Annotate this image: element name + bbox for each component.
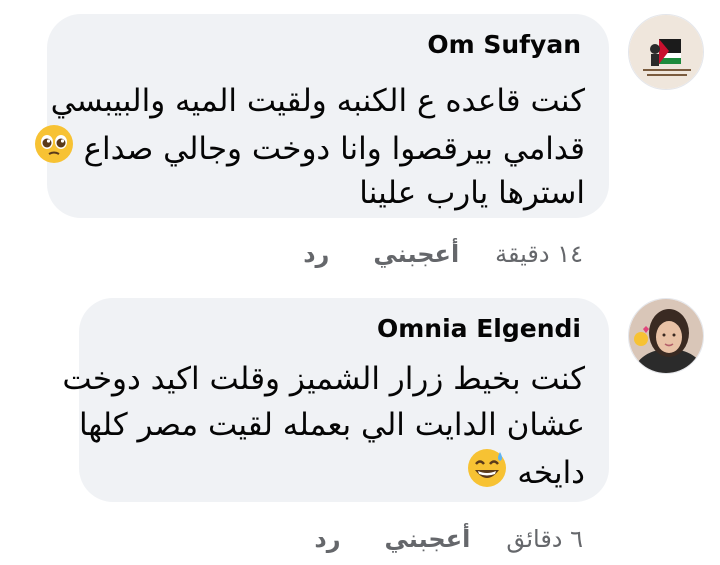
comment-text-line: كنت بخيط زرار الشميز وقلت اكيد دوخت [62, 361, 585, 397]
comment-bubble[interactable]: Omnia Elgendi كنت بخيط زرار الشميز وقلت … [62, 298, 609, 502]
comment-text-line: استرها يارب علينا [359, 175, 585, 211]
comment-text-line: كنت قاعده ع الكنبه ولقيت الميه والبيبسي [50, 83, 585, 119]
pleading-face-icon [34, 124, 74, 177]
comment-actions: ١٤ دقيقة أعجبني رد [303, 240, 583, 268]
comment-om-sufyan: Om Sufyan كنت قاعده ع الكنبه ولقيت الميه… [0, 0, 720, 290]
comment-timestamp[interactable]: ٦ دقائق [506, 525, 583, 553]
comment-omnia-elgendi: Omnia Elgendi كنت بخيط زرار الشميز وقلت … [0, 290, 720, 565]
comment-text: كنت قاعده ع الكنبه ولقيت الميه والبيبسي … [34, 78, 585, 216]
grinning-sweat-face-icon [467, 448, 507, 501]
avatar-image [629, 15, 703, 89]
comment-text-line: دايخه [62, 448, 585, 494]
comment-text-line: قدامي بيرقصوا وانا دوخت وجالي صداع [34, 124, 585, 170]
comment-timestamp[interactable]: ١٤ دقيقة [495, 240, 583, 268]
comment-text-line: عشان الدايت الي بعمله لقيت مصر كلها [78, 407, 585, 443]
comment-bubble[interactable]: Om Sufyan كنت قاعده ع الكنبه ولقيت الميه… [34, 14, 609, 218]
comment-author[interactable]: Om Sufyan [427, 30, 581, 59]
comment-actions: ٦ دقائق أعجبني رد [314, 525, 583, 553]
like-button[interactable]: أعجبني [373, 240, 459, 268]
avatar-omnia-elgendi[interactable] [628, 298, 704, 374]
reply-button[interactable]: رد [303, 240, 329, 268]
avatar-om-sufyan[interactable] [628, 14, 704, 90]
comment-text: كنت بخيط زرار الشميز وقلت اكيد دوخت عشان… [62, 356, 585, 494]
comment-author[interactable]: Omnia Elgendi [377, 314, 581, 343]
reply-button[interactable]: رد [314, 525, 340, 553]
avatar-image [629, 299, 703, 373]
like-button[interactable]: أعجبني [385, 525, 471, 553]
